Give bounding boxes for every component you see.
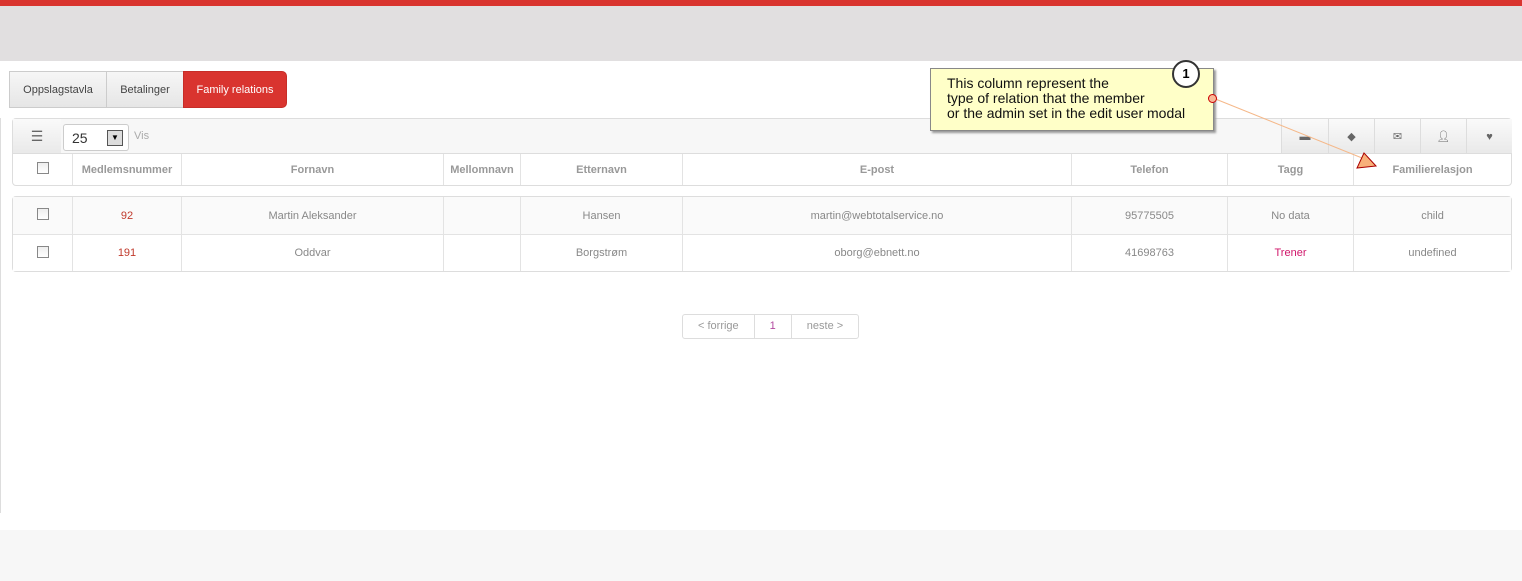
page-1-button[interactable]: 1 <box>755 315 792 338</box>
table-toolbar: ☰ ▬ ◆ ✉ 👤︎ ♥ <box>12 118 1512 154</box>
page-header <box>0 6 1522 61</box>
page-size-select[interactable]: 25 ▼ <box>63 124 129 151</box>
col-telefon[interactable]: Telefon <box>1072 154 1228 185</box>
col-familierelasjon[interactable]: Familierelasjon <box>1354 154 1511 185</box>
email: oborg@ebnett.no <box>683 234 1072 271</box>
heart-icon: ♥ <box>1486 130 1493 143</box>
col-fornavn[interactable]: Fornavn <box>182 154 444 185</box>
list-view-button[interactable]: ☰ <box>13 119 61 154</box>
user-button[interactable]: 👤︎ <box>1420 119 1466 154</box>
first-name: Martin Aleksander <box>182 197 444 234</box>
last-name: Borgstrøm <box>521 234 683 271</box>
next-page-button[interactable]: neste > <box>792 315 858 338</box>
mail-button[interactable]: ✉ <box>1374 119 1420 154</box>
table-header: Medlemsnummer Fornavn Mellomnavn Etterna… <box>12 153 1512 186</box>
member-number[interactable]: 191 <box>73 234 182 271</box>
heart-button[interactable]: ♥ <box>1466 119 1512 154</box>
row-checkbox[interactable] <box>13 197 73 234</box>
mail-icon: ✉ <box>1392 131 1403 143</box>
col-medlemsnummer[interactable]: Medlemsnummer <box>73 154 182 185</box>
tab-betalinger[interactable]: Betalinger <box>106 71 184 108</box>
tag: Trener <box>1228 234 1354 271</box>
first-name: Oddvar <box>182 234 444 271</box>
select-all-checkbox[interactable] <box>13 154 73 185</box>
show-label: Vis <box>134 130 150 142</box>
tab-oppslagstavla[interactable]: Oppslagstavla <box>9 71 107 108</box>
table-row[interactable]: 191 Oddvar Borgstrøm oborg@ebnett.no 416… <box>13 234 1511 271</box>
message-icon: ▬ <box>1299 130 1311 143</box>
page-footer <box>0 530 1522 581</box>
prev-page-button[interactable]: < forrige <box>683 315 755 338</box>
pagination: < forrige 1 neste > <box>682 314 860 339</box>
message-button[interactable]: ▬ <box>1281 119 1328 154</box>
phone: 95775505 <box>1072 197 1228 234</box>
annotation-note: This column represent the type of relati… <box>930 68 1214 131</box>
col-mellomnavn[interactable]: Mellomnavn <box>444 154 521 185</box>
user-icon: 👤︎ <box>1436 131 1451 143</box>
annotation-line-2: type of relation that the member <box>947 90 1145 106</box>
annotation-line-3: or the admin set in the edit user modal <box>947 105 1186 121</box>
last-name: Hansen <box>521 197 683 234</box>
annotation-anchor-dot <box>1208 94 1217 103</box>
middle-name <box>444 234 521 271</box>
tab-family-relations[interactable]: Family relations <box>183 71 287 108</box>
list-icon: ☰ <box>30 128 44 144</box>
email: martin@webtotalservice.no <box>683 197 1072 234</box>
family-relation: undefined <box>1354 234 1511 271</box>
page-size-value: 25 <box>72 130 88 146</box>
chevron-down-icon[interactable]: ▼ <box>107 130 123 146</box>
row-checkbox[interactable] <box>13 234 73 271</box>
left-panel-border <box>0 118 2 513</box>
tag: No data <box>1228 197 1354 234</box>
middle-name <box>444 197 521 234</box>
members-table: 92 Martin Aleksander Hansen martin@webto… <box>12 196 1512 272</box>
col-epost[interactable]: E-post <box>683 154 1072 185</box>
col-tagg[interactable]: Tagg <box>1228 154 1354 185</box>
tag-button[interactable]: ◆ <box>1328 119 1374 154</box>
col-etternavn[interactable]: Etternavn <box>521 154 683 185</box>
annotation-number-badge: 1 <box>1172 60 1200 88</box>
phone: 41698763 <box>1072 234 1228 271</box>
family-relation: child <box>1354 197 1511 234</box>
table-row[interactable]: 92 Martin Aleksander Hansen martin@webto… <box>13 197 1511 234</box>
member-number[interactable]: 92 <box>73 197 182 234</box>
tag-icon: ◆ <box>1347 131 1356 143</box>
